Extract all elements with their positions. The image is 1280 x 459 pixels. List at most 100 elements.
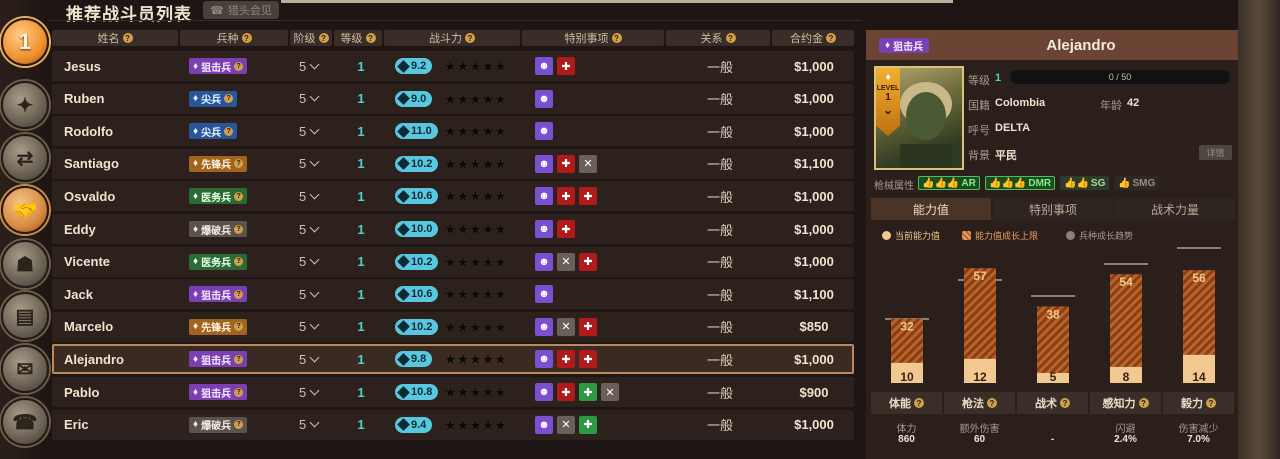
help-icon[interactable]: ?: [241, 33, 252, 43]
tab-traits[interactable]: 特别事项: [993, 198, 1113, 220]
trait-icon[interactable]: ✕: [557, 252, 575, 271]
column-header-contract[interactable]: 合约金?: [772, 30, 854, 46]
help-icon[interactable]: ?: [611, 33, 622, 43]
tab-tactical-power[interactable]: 战术力量: [1115, 198, 1235, 220]
trait-icon[interactable]: ✚: [557, 383, 575, 401]
trait-icon[interactable]: ☻: [535, 89, 553, 108]
trait-icon[interactable]: ✚: [557, 220, 575, 238]
help-icon[interactable]: ?: [914, 398, 924, 408]
help-icon[interactable]: ?: [234, 159, 244, 169]
trait-icon[interactable]: ✚: [579, 383, 597, 401]
tier-dropdown[interactable]: 5: [299, 84, 320, 114]
column-header-relation[interactable]: 关系?: [666, 30, 770, 46]
table-row[interactable]: Rodolfo ♦ 尖兵? 5 1 11.0 ★ ★ ★ ★ ★ ☻ 一般 $1,000: [52, 116, 854, 147]
trait-icon[interactable]: ✚: [557, 187, 575, 206]
trait-icon[interactable]: ✕: [601, 383, 619, 401]
tier-dropdown[interactable]: 5: [299, 247, 320, 277]
operator-icon[interactable]: ☗: [1, 240, 49, 288]
handshake-icon[interactable]: 🤝: [1, 186, 49, 234]
tier-dropdown[interactable]: 5: [299, 116, 320, 146]
help-icon[interactable]: ?: [224, 126, 234, 136]
help-icon[interactable]: ?: [234, 61, 244, 71]
column-header-traits[interactable]: 特别事项?: [522, 30, 664, 46]
help-icon[interactable]: ?: [365, 33, 376, 43]
help-icon[interactable]: ?: [234, 387, 244, 397]
trait-icon[interactable]: ☻: [535, 317, 553, 336]
help-icon[interactable]: ?: [987, 398, 997, 408]
routes-icon[interactable]: ⇄: [1, 134, 49, 182]
trait-icon[interactable]: ✚: [579, 350, 597, 369]
table-row[interactable]: Santiago ♦ 先锋兵? 5 1 10.2 ★ ★ ★ ★ ★ ☻ ✚ ✕ 一般 $1,100: [52, 148, 854, 179]
trait-icon[interactable]: ☻: [535, 285, 553, 304]
tier-dropdown[interactable]: 5: [299, 181, 320, 211]
stat-4-header[interactable]: 毅力?: [1163, 392, 1234, 414]
column-header-name[interactable]: 姓名?: [52, 30, 178, 46]
help-icon[interactable]: ?: [234, 354, 244, 364]
detail-button[interactable]: 详情: [1199, 145, 1232, 160]
trait-icon[interactable]: ☻: [535, 122, 553, 141]
trait-icon[interactable]: ✚: [557, 350, 575, 369]
trait-icon[interactable]: ✚: [579, 187, 597, 206]
stat-1-header[interactable]: 枪法?: [944, 392, 1015, 414]
tier-dropdown[interactable]: 5: [299, 377, 320, 407]
table-row[interactable]: Jesus ♦ 狙击兵? 5 1 9.2 ★ ★ ★ ★ ★ ☻ ✚ 一般 $1,000: [52, 51, 854, 81]
table-row[interactable]: Vicente ♦ 医务兵? 5 1 10.2 ★ ★ ★ ★ ★ ☻ ✕ ✚ 一般 $1,000: [52, 246, 854, 277]
table-row[interactable]: Jack ♦ 狙击兵? 5 1 10.6 ★ ★ ★ ★ ★ ☻ 一般 $1,100: [52, 279, 854, 310]
help-icon[interactable]: ?: [465, 33, 475, 43]
tab-abilities[interactable]: 能力值: [871, 198, 991, 220]
help-icon[interactable]: ?: [234, 322, 244, 332]
help-icon[interactable]: ?: [234, 224, 244, 234]
help-icon[interactable]: ?: [1060, 398, 1070, 408]
table-row[interactable]: Ruben ♦ 尖兵? 5 1 9.0 ★ ★ ★ ★ ★ ☻ 一般 $1,000: [52, 83, 854, 114]
trait-icon[interactable]: ✚: [557, 57, 575, 75]
trait-icon[interactable]: ✚: [579, 317, 597, 336]
tier-dropdown[interactable]: 5: [299, 312, 320, 342]
trait-icon[interactable]: ☻: [535, 252, 553, 271]
tier-dropdown[interactable]: 5: [299, 410, 320, 440]
column-header-class[interactable]: 兵种?: [180, 30, 288, 46]
help-icon[interactable]: ?: [826, 33, 836, 43]
skills-icon[interactable]: ✦: [1, 81, 49, 129]
table-row[interactable]: Pablo ♦ 狙击兵? 5 1 10.8 ★ ★ ★ ★ ★ ☻ ✚ ✚ ✕ 一般 $900: [52, 377, 854, 407]
headhunter-meeting-button[interactable]: ☎ 猎头会见: [203, 1, 279, 19]
trait-icon[interactable]: ☻: [535, 57, 553, 75]
trait-icon[interactable]: ☻: [535, 383, 553, 401]
phone-icon[interactable]: ☎: [1, 398, 49, 446]
table-row[interactable]: Eric ♦ 爆破兵? 5 1 9.4 ★ ★ ★ ★ ★ ☻ ✕ ✚ 一般 $1,000: [52, 409, 854, 440]
stat-2-header[interactable]: 战术?: [1017, 392, 1088, 414]
stat-0-header[interactable]: 体能?: [871, 392, 942, 414]
table-row[interactable]: Osvaldo ♦ 医务兵? 5 1 10.6 ★ ★ ★ ★ ★ ☻ ✚ ✚ 一般 $1,000: [52, 181, 854, 212]
help-icon[interactable]: ?: [122, 33, 133, 43]
help-icon[interactable]: ?: [1206, 398, 1216, 408]
help-icon[interactable]: ?: [234, 191, 244, 201]
tier-dropdown[interactable]: 5: [299, 214, 320, 244]
column-header-tier[interactable]: 阶级?: [290, 30, 332, 46]
stat-3-header[interactable]: 感知力?: [1090, 392, 1161, 414]
trait-icon[interactable]: ☻: [535, 154, 553, 173]
help-icon[interactable]: ?: [725, 33, 736, 43]
help-icon[interactable]: ?: [234, 257, 244, 267]
help-icon[interactable]: ?: [234, 420, 244, 430]
tier-dropdown[interactable]: 5: [299, 51, 320, 81]
trait-icon[interactable]: ✚: [557, 154, 575, 173]
help-icon[interactable]: ?: [234, 289, 244, 299]
trait-icon[interactable]: ☻: [535, 415, 553, 434]
table-row[interactable]: Alejandro ♦ 狙击兵? 5 1 9.8 ★ ★ ★ ★ ★ ☻ ✚ ✚ 一般 $1,000: [52, 344, 854, 375]
rank-medal-icon[interactable]: 1: [1, 18, 49, 66]
trait-icon[interactable]: ✕: [557, 317, 575, 336]
tier-dropdown[interactable]: 5: [299, 279, 320, 309]
column-header-power[interactable]: 战斗力?: [384, 30, 520, 46]
tier-dropdown[interactable]: 5: [299, 344, 320, 374]
trait-icon[interactable]: ✕: [557, 415, 575, 434]
trait-icon[interactable]: ☻: [535, 187, 553, 206]
terminal-icon[interactable]: ▤: [1, 292, 49, 340]
table-row[interactable]: Eddy ♦ 爆破兵? 5 1 10.0 ★ ★ ★ ★ ★ ☻ ✚ 一般 $1,000: [52, 214, 854, 244]
trait-icon[interactable]: ✚: [579, 415, 597, 434]
trait-icon[interactable]: ✚: [579, 252, 597, 271]
column-header-level[interactable]: 等级?: [334, 30, 382, 46]
trait-icon[interactable]: ☻: [535, 350, 553, 369]
trait-icon[interactable]: ☻: [535, 220, 553, 238]
mailbox-icon[interactable]: ✉: [1, 345, 49, 393]
help-icon[interactable]: ?: [1138, 398, 1149, 408]
table-row[interactable]: Marcelo ♦ 先锋兵? 5 1 10.2 ★ ★ ★ ★ ★ ☻ ✕ ✚ 一般 $850: [52, 311, 854, 342]
